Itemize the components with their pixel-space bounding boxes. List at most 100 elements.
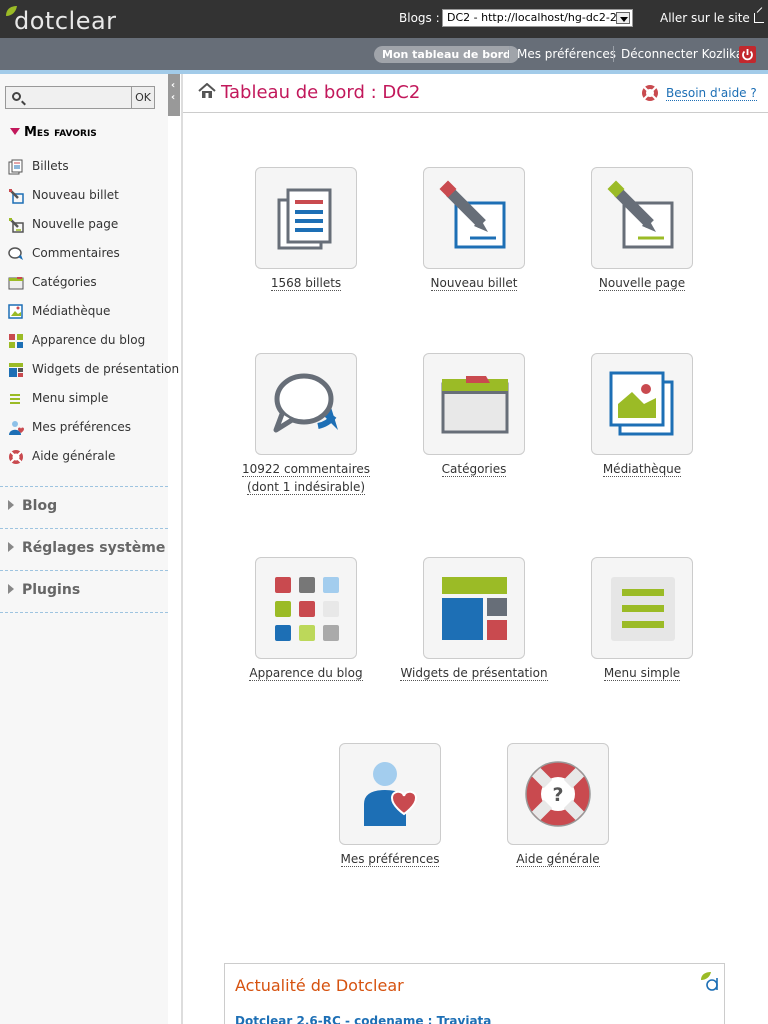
search-icon bbox=[12, 92, 21, 101]
media-icon bbox=[609, 371, 674, 436]
favorites-heading-label: Mes favoris bbox=[24, 125, 97, 140]
divider bbox=[613, 46, 614, 62]
sidebar-item-media[interactable]: Médiathèque bbox=[8, 303, 168, 321]
tile-label-text: (dont 1 indésirable) bbox=[246, 480, 366, 495]
search-ok-button[interactable]: OK bbox=[131, 86, 155, 109]
tile-preferences[interactable] bbox=[339, 743, 441, 845]
tile-label[interactable]: 10922 commentaires (dont 1 indésirable) bbox=[222, 460, 390, 496]
sidebar-item-help[interactable]: Aide générale bbox=[8, 448, 168, 466]
preferences-link[interactable]: Mes préférences bbox=[517, 47, 616, 61]
comments-icon bbox=[273, 373, 338, 433]
triangle-right-icon bbox=[8, 500, 14, 510]
tile-media[interactable] bbox=[591, 353, 693, 455]
favorites-heading[interactable]: Mes favoris bbox=[10, 125, 97, 140]
tile-label[interactable]: Catégories bbox=[390, 460, 558, 478]
menu-icon bbox=[611, 577, 675, 641]
tile-label-text: Médiathèque bbox=[602, 462, 682, 477]
svg-text:?: ? bbox=[552, 784, 563, 806]
home-icon bbox=[198, 83, 216, 98]
sidebar-item-label: Widgets de présentation bbox=[32, 362, 180, 376]
categories-icon bbox=[441, 376, 509, 434]
tile-widgets[interactable] bbox=[423, 557, 525, 659]
goto-site-label: Aller sur le site bbox=[660, 11, 750, 25]
sidebar-item-label: Menu simple bbox=[32, 391, 109, 405]
triangle-down-icon bbox=[10, 128, 20, 135]
tile-label[interactable]: Mes préférences bbox=[306, 850, 474, 868]
help-link[interactable]: Besoin d'aide ? bbox=[666, 86, 757, 101]
sidebar-item-simple-menu[interactable]: Menu simple bbox=[8, 390, 168, 408]
new-page-icon bbox=[9, 218, 24, 233]
tile-theme[interactable] bbox=[255, 557, 357, 659]
sidebar-item-label: Apparence du blog bbox=[32, 333, 146, 347]
dotclear-logo-icon bbox=[701, 972, 718, 991]
chevron-left-icon: ‹ bbox=[171, 80, 176, 91]
section-plugins[interactable]: Plugins bbox=[8, 582, 80, 598]
collapse-sidebar-button[interactable]: ‹ ‹ bbox=[168, 74, 180, 116]
sidebar-item-comments[interactable]: Commentaires bbox=[8, 245, 168, 263]
section-label: Plugins bbox=[22, 582, 81, 598]
page-title: Tableau de bord : DC2 bbox=[221, 82, 421, 103]
preferences-icon bbox=[9, 421, 24, 435]
sidebar-item-label: Commentaires bbox=[32, 246, 120, 260]
divider bbox=[0, 486, 168, 487]
tile-label-text: Aide générale bbox=[516, 852, 600, 867]
dashboard-button[interactable]: Mon tableau de bord bbox=[374, 46, 519, 63]
dotclear-logo[interactable]: dotclear bbox=[4, 4, 117, 35]
tile-simple-menu[interactable] bbox=[591, 557, 693, 659]
sidebar-item-label: Nouvelle page bbox=[32, 217, 119, 231]
section-label: Réglages système bbox=[22, 540, 166, 556]
sidebar-item-widgets[interactable]: Widgets de présentation bbox=[8, 361, 179, 379]
tile-label-text: Widgets de présentation bbox=[400, 666, 548, 681]
sidebar-item-new-post[interactable]: Nouveau billet bbox=[8, 187, 168, 205]
section-blog[interactable]: Blog bbox=[8, 498, 57, 514]
content-border bbox=[181, 74, 183, 1024]
sidebar-item-new-page[interactable]: Nouvelle page bbox=[8, 216, 168, 234]
sidebar-item-label: Nouveau billet bbox=[32, 188, 119, 202]
tile-label-text: Nouveau billet bbox=[430, 276, 518, 291]
preferences-icon bbox=[364, 762, 418, 826]
tile-label[interactable]: Apparence du blog bbox=[222, 664, 390, 682]
sidebar-item-label: Médiathèque bbox=[32, 304, 111, 318]
logout-link[interactable]: Déconnecter Kozlika bbox=[621, 47, 743, 61]
tile-new-page[interactable] bbox=[591, 167, 693, 269]
lifebuoy-icon bbox=[642, 85, 658, 101]
sidebar-item-label: Billets bbox=[32, 159, 69, 173]
widgets-icon bbox=[9, 363, 23, 377]
blog-select-value: DC2 - http://localhost/hg-dc2-2 bbox=[447, 11, 617, 24]
goto-site-link[interactable]: Aller sur le site bbox=[660, 11, 764, 25]
sidebar-item-theme[interactable]: Apparence du blog bbox=[8, 332, 168, 350]
chevron-down-icon bbox=[616, 12, 630, 24]
sidebar-item-label: Mes préférences bbox=[32, 420, 131, 434]
divider bbox=[0, 612, 168, 613]
tile-label[interactable]: Aide générale bbox=[474, 850, 642, 868]
news-item-link[interactable]: Dotclear 2.6-RC - codename : Traviata bbox=[235, 1014, 491, 1024]
tile-label[interactable]: Widgets de présentation bbox=[390, 664, 558, 682]
search-input[interactable] bbox=[5, 86, 132, 109]
blogs-label: Blogs : bbox=[399, 11, 440, 25]
sidebar-item-preferences[interactable]: Mes préférences bbox=[8, 419, 168, 437]
comments-icon bbox=[8, 247, 23, 260]
tile-new-post[interactable] bbox=[423, 167, 525, 269]
section-system-settings[interactable]: Réglages système bbox=[8, 540, 165, 556]
tile-label[interactable]: Nouveau billet bbox=[390, 274, 558, 292]
tile-categories[interactable] bbox=[423, 353, 525, 455]
divider bbox=[0, 528, 168, 529]
sidebar-item-categories[interactable]: Catégories bbox=[8, 274, 168, 292]
news-panel: Actualité de Dotclear Dotclear 2.6-RC - … bbox=[224, 963, 725, 1024]
tile-label[interactable]: Menu simple bbox=[558, 664, 726, 682]
blog-select[interactable]: DC2 - http://localhost/hg-dc2-2 bbox=[442, 9, 633, 27]
tile-help[interactable]: ? bbox=[507, 743, 609, 845]
tile-label-text: Nouvelle page bbox=[598, 276, 686, 291]
tile-label-text: Mes préférences bbox=[340, 852, 440, 867]
tile-label[interactable]: Nouvelle page bbox=[558, 274, 726, 292]
logo-text: dotclear bbox=[14, 7, 117, 35]
sidebar-item-posts[interactable]: Billets bbox=[8, 158, 168, 176]
tile-label[interactable]: 1568 billets bbox=[222, 274, 390, 292]
power-icon[interactable] bbox=[739, 46, 756, 63]
tile-comments[interactable] bbox=[255, 353, 357, 455]
tile-label[interactable]: Médiathèque bbox=[558, 460, 726, 478]
triangle-right-icon bbox=[8, 542, 14, 552]
tile-posts[interactable] bbox=[255, 167, 357, 269]
tile-label-text: Apparence du blog bbox=[249, 666, 363, 681]
theme-icon bbox=[9, 334, 23, 348]
